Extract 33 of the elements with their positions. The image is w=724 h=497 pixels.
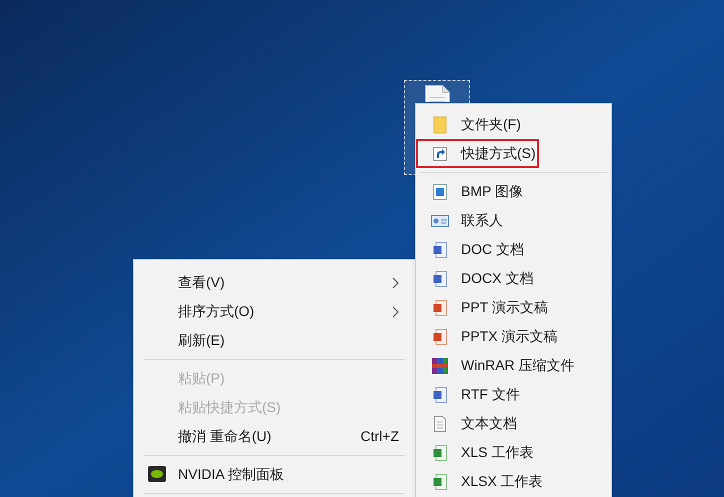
archive-books-icon [432, 358, 448, 374]
image-file-icon [433, 184, 447, 200]
spreadsheet-file-icon [433, 444, 447, 460]
menu-item[interactable]: 快捷方式(S) [416, 139, 539, 168]
chevron-right-icon [392, 306, 399, 318]
presentation-file-icon [433, 300, 447, 316]
chevron-right-icon [392, 276, 399, 288]
word-document-icon [433, 386, 447, 402]
menu-item[interactable]: 联系人 [416, 206, 606, 235]
menu-item[interactable]: 文本文档 [416, 409, 606, 438]
menu-item[interactable]: DOC 文档 [416, 235, 606, 264]
menu-item[interactable]: PPTX 演示文稿 [416, 322, 606, 351]
word-document-icon [433, 242, 447, 258]
menu-item[interactable]: 排序方式(O) [134, 297, 415, 326]
menu-item[interactable]: DOCX 文档 [416, 264, 606, 293]
menu-item[interactable]: WinRAR 压缩文件 [416, 351, 606, 380]
contact-card-icon [431, 214, 449, 226]
menu-item[interactable]: 刷新(E) [134, 326, 415, 355]
menu-item[interactable]: RTF 文件 [416, 380, 606, 409]
menu-item[interactable]: BMP 图像 [416, 177, 606, 206]
menu-item[interactable]: 查看(V) [134, 268, 415, 297]
menu-item[interactable]: 文件夹(F) [416, 110, 606, 139]
nvidia-app-icon [148, 466, 166, 482]
presentation-file-icon [433, 328, 447, 344]
menu-item[interactable]: NVIDIA 控制面板 [134, 460, 415, 489]
menu-item[interactable]: PPT 演示文稿 [416, 293, 606, 322]
menu-item[interactable]: XLSX 工作表 [416, 467, 606, 496]
folder-icon [433, 116, 447, 134]
menu-item[interactable]: 撤消 重命名(U) Ctrl+Z [134, 422, 415, 451]
word-document-icon [433, 270, 447, 286]
menu-item[interactable]: XLS 工作表 [416, 438, 606, 467]
text-file-icon [434, 416, 446, 432]
spreadsheet-file-icon [433, 474, 447, 490]
